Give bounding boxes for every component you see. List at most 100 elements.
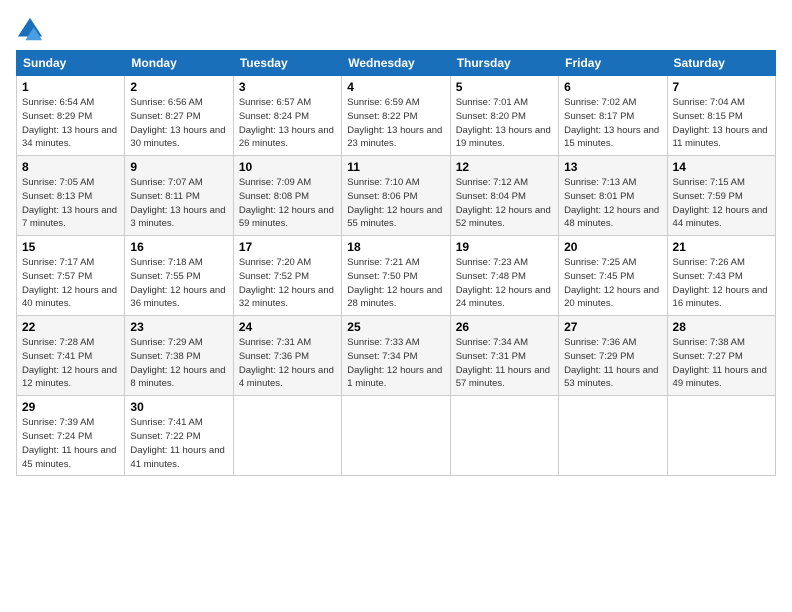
- calendar-cell: 10 Sunrise: 7:09 AMSunset: 8:08 PMDayligh…: [233, 156, 341, 236]
- calendar-cell: 8 Sunrise: 7:05 AMSunset: 8:13 PMDaylight…: [17, 156, 125, 236]
- calendar-week-row: 8 Sunrise: 7:05 AMSunset: 8:13 PMDaylight…: [17, 156, 776, 236]
- calendar-week-row: 1Sunrise: 6:54 AMSunset: 8:29 PMDaylight…: [17, 76, 776, 156]
- calendar-cell: 30 Sunrise: 7:41 AMSunset: 7:22 PMDayligh…: [125, 396, 233, 476]
- calendar-cell: 22 Sunrise: 7:28 AMSunset: 7:41 PMDayligh…: [17, 316, 125, 396]
- weekday-header: Sunday: [17, 51, 125, 76]
- day-number: 6: [564, 80, 661, 94]
- calendar-cell: 2 Sunrise: 6:56 AMSunset: 8:27 PMDaylight…: [125, 76, 233, 156]
- day-number: 7: [673, 80, 770, 94]
- day-number: 3: [239, 80, 336, 94]
- calendar-header-row: SundayMondayTuesdayWednesdayThursdayFrid…: [17, 51, 776, 76]
- day-detail: Sunrise: 7:13 AMSunset: 8:01 PMDaylight:…: [564, 176, 661, 231]
- calendar-table: SundayMondayTuesdayWednesdayThursdayFrid…: [16, 50, 776, 476]
- calendar-cell: [559, 396, 667, 476]
- day-number: 9: [130, 160, 227, 174]
- day-detail: Sunrise: 7:07 AMSunset: 8:11 PMDaylight:…: [130, 176, 227, 231]
- day-number: 25: [347, 320, 444, 334]
- calendar-cell: 15 Sunrise: 7:17 AMSunset: 7:57 PMDayligh…: [17, 236, 125, 316]
- day-number: 26: [456, 320, 553, 334]
- calendar-cell: 14 Sunrise: 7:15 AMSunset: 7:59 PMDayligh…: [667, 156, 775, 236]
- calendar-cell: 27 Sunrise: 7:36 AMSunset: 7:29 PMDayligh…: [559, 316, 667, 396]
- calendar-cell: 12 Sunrise: 7:12 AMSunset: 8:04 PMDayligh…: [450, 156, 558, 236]
- weekday-header: Wednesday: [342, 51, 450, 76]
- calendar-cell: 18 Sunrise: 7:21 AMSunset: 7:50 PMDayligh…: [342, 236, 450, 316]
- day-detail: Sunrise: 7:15 AMSunset: 7:59 PMDaylight:…: [673, 176, 770, 231]
- day-detail: Sunrise: 6:56 AMSunset: 8:27 PMDaylight:…: [130, 96, 227, 151]
- day-number: 8: [22, 160, 119, 174]
- calendar-cell: [342, 396, 450, 476]
- weekday-header: Monday: [125, 51, 233, 76]
- day-number: 4: [347, 80, 444, 94]
- day-detail: Sunrise: 7:20 AMSunset: 7:52 PMDaylight:…: [239, 256, 336, 311]
- day-detail: Sunrise: 6:59 AMSunset: 8:22 PMDaylight:…: [347, 96, 444, 151]
- calendar-cell: [450, 396, 558, 476]
- logo-icon: [16, 16, 44, 44]
- day-number: 27: [564, 320, 661, 334]
- day-number: 22: [22, 320, 119, 334]
- day-detail: Sunrise: 7:26 AMSunset: 7:43 PMDaylight:…: [673, 256, 770, 311]
- day-number: 15: [22, 240, 119, 254]
- day-detail: Sunrise: 7:02 AMSunset: 8:17 PMDaylight:…: [564, 96, 661, 151]
- day-number: 18: [347, 240, 444, 254]
- day-detail: Sunrise: 7:28 AMSunset: 7:41 PMDaylight:…: [22, 336, 119, 391]
- day-detail: Sunrise: 7:38 AMSunset: 7:27 PMDaylight:…: [673, 336, 770, 391]
- calendar-cell: 17 Sunrise: 7:20 AMSunset: 7:52 PMDayligh…: [233, 236, 341, 316]
- day-detail: Sunrise: 7:09 AMSunset: 8:08 PMDaylight:…: [239, 176, 336, 231]
- calendar-cell: 16Sunrise: 7:18 AMSunset: 7:55 PMDayligh…: [125, 236, 233, 316]
- day-detail: Sunrise: 7:41 AMSunset: 7:22 PMDaylight:…: [130, 416, 227, 471]
- calendar-week-row: 22 Sunrise: 7:28 AMSunset: 7:41 PMDayligh…: [17, 316, 776, 396]
- day-number: 11: [347, 160, 444, 174]
- day-number: 13: [564, 160, 661, 174]
- weekday-header: Saturday: [667, 51, 775, 76]
- calendar-cell: 23 Sunrise: 7:29 AMSunset: 7:38 PMDayligh…: [125, 316, 233, 396]
- day-detail: Sunrise: 7:31 AMSunset: 7:36 PMDaylight:…: [239, 336, 336, 391]
- day-detail: Sunrise: 7:34 AMSunset: 7:31 PMDaylight:…: [456, 336, 553, 391]
- calendar-cell: 6 Sunrise: 7:02 AMSunset: 8:17 PMDaylight…: [559, 76, 667, 156]
- day-detail: Sunrise: 7:17 AMSunset: 7:57 PMDaylight:…: [22, 256, 119, 311]
- day-number: 2: [130, 80, 227, 94]
- day-number: 23: [130, 320, 227, 334]
- calendar-cell: 29Sunrise: 7:39 AMSunset: 7:24 PMDayligh…: [17, 396, 125, 476]
- calendar-week-row: 15 Sunrise: 7:17 AMSunset: 7:57 PMDayligh…: [17, 236, 776, 316]
- calendar-cell: 1Sunrise: 6:54 AMSunset: 8:29 PMDaylight…: [17, 76, 125, 156]
- day-number: 29: [22, 400, 119, 414]
- day-detail: Sunrise: 7:25 AMSunset: 7:45 PMDaylight:…: [564, 256, 661, 311]
- day-detail: Sunrise: 7:21 AMSunset: 7:50 PMDaylight:…: [347, 256, 444, 311]
- day-detail: Sunrise: 7:29 AMSunset: 7:38 PMDaylight:…: [130, 336, 227, 391]
- page-header: [16, 16, 776, 44]
- logo: [16, 16, 48, 44]
- calendar-cell: 24 Sunrise: 7:31 AMSunset: 7:36 PMDayligh…: [233, 316, 341, 396]
- day-number: 10: [239, 160, 336, 174]
- day-detail: Sunrise: 7:10 AMSunset: 8:06 PMDaylight:…: [347, 176, 444, 231]
- day-number: 30: [130, 400, 227, 414]
- day-number: 21: [673, 240, 770, 254]
- day-number: 12: [456, 160, 553, 174]
- day-detail: Sunrise: 7:12 AMSunset: 8:04 PMDaylight:…: [456, 176, 553, 231]
- day-number: 14: [673, 160, 770, 174]
- weekday-header: Tuesday: [233, 51, 341, 76]
- day-detail: Sunrise: 7:23 AMSunset: 7:48 PMDaylight:…: [456, 256, 553, 311]
- calendar-cell: 4 Sunrise: 6:59 AMSunset: 8:22 PMDaylight…: [342, 76, 450, 156]
- day-detail: Sunrise: 7:05 AMSunset: 8:13 PMDaylight:…: [22, 176, 119, 231]
- calendar-cell: 11 Sunrise: 7:10 AMSunset: 8:06 PMDayligh…: [342, 156, 450, 236]
- calendar-cell: [233, 396, 341, 476]
- calendar-cell: 26 Sunrise: 7:34 AMSunset: 7:31 PMDayligh…: [450, 316, 558, 396]
- day-detail: Sunrise: 7:33 AMSunset: 7:34 PMDaylight:…: [347, 336, 444, 391]
- calendar-cell: [667, 396, 775, 476]
- day-detail: Sunrise: 7:01 AMSunset: 8:20 PMDaylight:…: [456, 96, 553, 151]
- day-number: 24: [239, 320, 336, 334]
- day-detail: Sunrise: 7:36 AMSunset: 7:29 PMDaylight:…: [564, 336, 661, 391]
- calendar-cell: 9 Sunrise: 7:07 AMSunset: 8:11 PMDaylight…: [125, 156, 233, 236]
- day-number: 17: [239, 240, 336, 254]
- calendar-cell: 19Sunrise: 7:23 AMSunset: 7:48 PMDayligh…: [450, 236, 558, 316]
- day-number: 28: [673, 320, 770, 334]
- weekday-header: Friday: [559, 51, 667, 76]
- day-detail: Sunrise: 7:18 AMSunset: 7:55 PMDaylight:…: [130, 256, 227, 311]
- calendar-cell: 20Sunrise: 7:25 AMSunset: 7:45 PMDayligh…: [559, 236, 667, 316]
- day-number: 1: [22, 80, 119, 94]
- calendar-cell: 5Sunrise: 7:01 AMSunset: 8:20 PMDaylight…: [450, 76, 558, 156]
- calendar-cell: 21 Sunrise: 7:26 AMSunset: 7:43 PMDayligh…: [667, 236, 775, 316]
- weekday-header: Thursday: [450, 51, 558, 76]
- calendar-cell: 13 Sunrise: 7:13 AMSunset: 8:01 PMDayligh…: [559, 156, 667, 236]
- calendar-cell: 3Sunrise: 6:57 AMSunset: 8:24 PMDaylight…: [233, 76, 341, 156]
